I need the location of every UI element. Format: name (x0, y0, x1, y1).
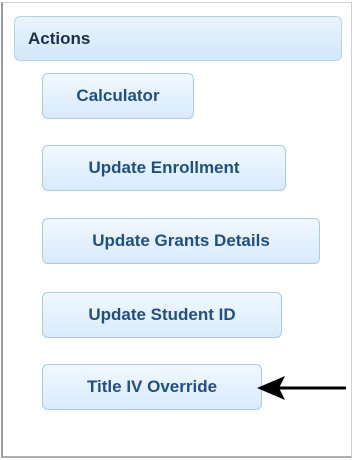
actions-panel-title: Actions (28, 29, 91, 48)
calculator-button[interactable]: Calculator (42, 73, 194, 119)
left-arrow-icon (257, 376, 346, 400)
update-student-id-button[interactable]: Update Student ID (42, 292, 282, 338)
update-grants-details-button[interactable]: Update Grants Details (42, 218, 320, 264)
title-iv-override-button[interactable]: Title IV Override (42, 364, 262, 410)
update-enrollment-button[interactable]: Update Enrollment (42, 145, 286, 191)
